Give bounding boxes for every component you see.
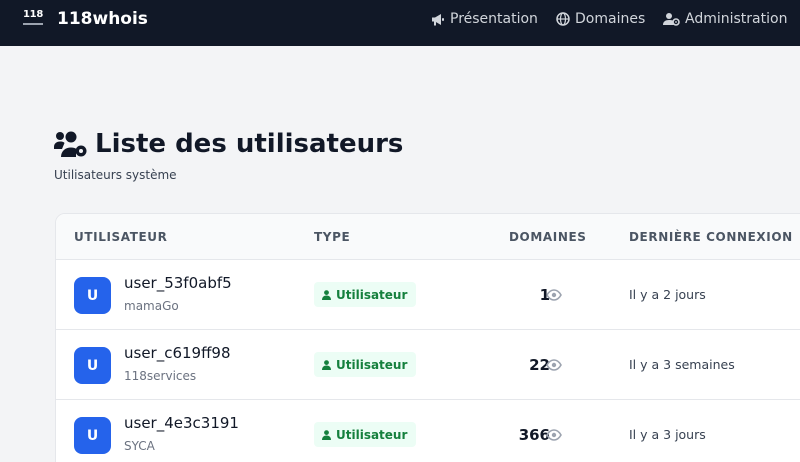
logo-text: 118 [23, 9, 43, 20]
avatar: U [74, 277, 111, 314]
table-row[interactable]: U user_53f0abf5 mamaGo Utilisateur 1 Il … [56, 260, 800, 330]
table-header: UTILISATEUR TYPE DOMAINES DERNIÈRE CONNE… [56, 214, 800, 260]
user-company: mamaGo [124, 299, 179, 313]
type-label: Utilisateur [336, 357, 408, 372]
type-label: Utilisateur [336, 287, 408, 302]
column-header-last-login[interactable]: DERNIÈRE CONNEXION [629, 229, 793, 245]
type-badge: Utilisateur [314, 422, 417, 447]
globe-icon [556, 12, 570, 26]
user-company: 118services [124, 369, 197, 383]
eye-icon[interactable] [546, 429, 562, 441]
user-company: SYCA [124, 439, 155, 453]
nav-label: Présentation [450, 11, 538, 27]
type-label: Utilisateur [336, 427, 408, 442]
nav-label: Domaines [575, 11, 646, 27]
last-login: Il y a 2 jours [629, 287, 706, 302]
brand-name[interactable]: 118whois [57, 9, 148, 29]
user-cog-icon [663, 13, 680, 26]
column-header-user[interactable]: UTILISATEUR [74, 229, 167, 245]
avatar: U [74, 347, 111, 384]
column-header-domains[interactable]: DOMAINES [509, 229, 587, 245]
nav-item-domaines[interactable]: Domaines [556, 10, 645, 28]
username[interactable]: user_4e3c3191 [124, 413, 239, 433]
page-title: Liste des utilisateurs [95, 129, 404, 159]
user-icon [322, 289, 331, 300]
username[interactable]: user_53f0abf5 [124, 273, 232, 293]
table-row[interactable]: U user_4e3c3191 SYCA Utilisateur 366 Il … [56, 400, 800, 462]
column-header-type[interactable]: TYPE [314, 229, 350, 245]
avatar: U [74, 417, 111, 454]
user-icon [322, 429, 331, 440]
username[interactable]: user_c619ff98 [124, 343, 231, 363]
nav-label: Administration [685, 11, 788, 27]
last-login: Il y a 3 jours [629, 427, 706, 442]
megaphone-icon [432, 13, 444, 25]
eye-icon[interactable] [546, 359, 562, 371]
logo[interactable]: 118 [23, 10, 45, 30]
nav-item-administration[interactable]: Administration [663, 10, 787, 28]
users-cog-icon [54, 131, 87, 157]
logo-underline [23, 23, 43, 25]
last-login: Il y a 3 semaines [629, 357, 735, 372]
eye-icon[interactable] [546, 289, 562, 301]
type-badge: Utilisateur [314, 352, 417, 377]
users-table: UTILISATEUR TYPE DOMAINES DERNIÈRE CONNE… [55, 213, 800, 462]
page-subtitle: Utilisateurs système [54, 168, 177, 182]
type-badge: Utilisateur [314, 282, 417, 307]
user-icon [322, 359, 331, 370]
nav-item-presentation[interactable]: Présentation [431, 10, 538, 28]
table-row[interactable]: U user_c619ff98 118services Utilisateur … [56, 330, 800, 400]
top-navbar: 118 118whois Présentation Domaines Admin… [0, 0, 800, 46]
